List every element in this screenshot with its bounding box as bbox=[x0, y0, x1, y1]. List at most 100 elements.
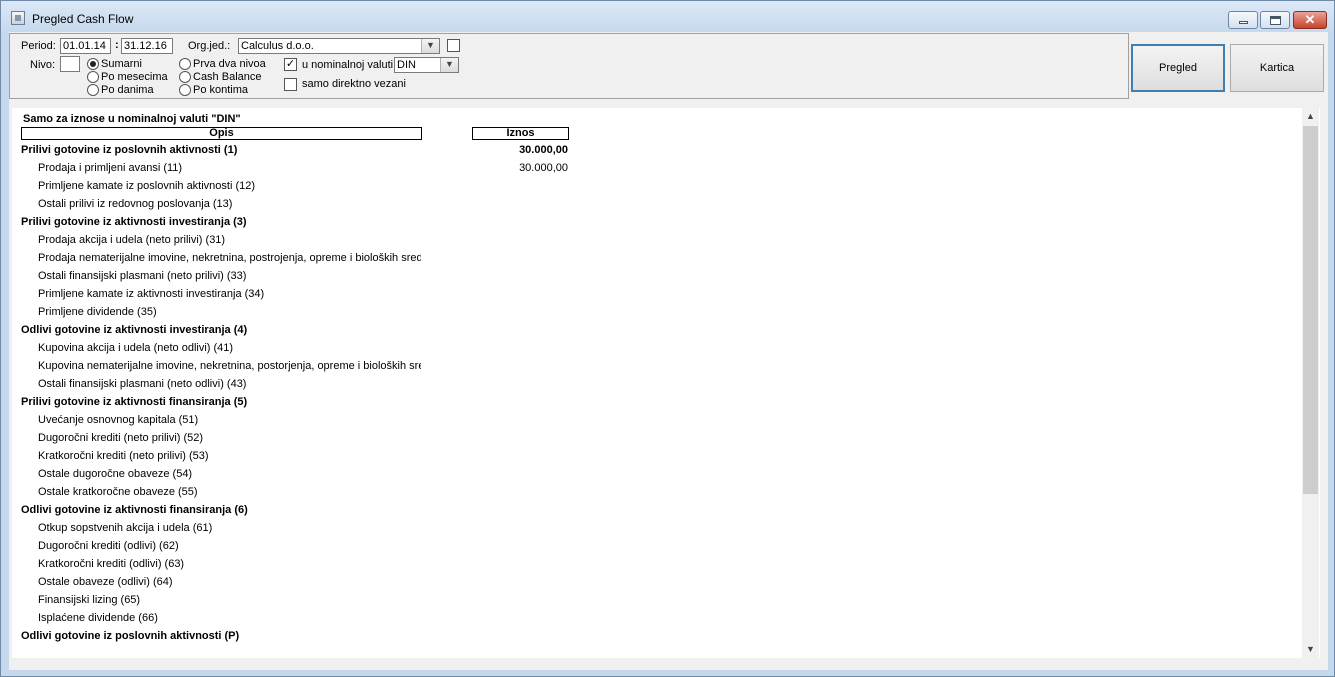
row-description: Prilivi gotovine iz aktivnosti finansira… bbox=[21, 396, 248, 408]
scroll-up-arrow-icon[interactable]: ▲ bbox=[1302, 108, 1319, 125]
radio-prva-dva-nivoa[interactable] bbox=[179, 58, 191, 70]
radio-sumarni-label: Sumarni bbox=[101, 58, 142, 70]
radio-sumarni[interactable] bbox=[87, 58, 99, 70]
minimize-icon bbox=[1239, 21, 1248, 24]
nivo-label: Nivo: bbox=[30, 59, 56, 71]
row-amount: 30.000,00 bbox=[519, 144, 568, 156]
pregled-button[interactable]: Pregled bbox=[1131, 44, 1225, 92]
row-description: Kratkoročni krediti (odlivi) (63) bbox=[38, 558, 185, 570]
report-item-row: Ostali finansijski plasmani (neto odlivi… bbox=[12, 375, 1302, 393]
row-description: Isplaćene dividende (66) bbox=[38, 612, 158, 624]
report-item-row: Ostali finansijski plasmani (neto priliv… bbox=[12, 267, 1302, 285]
chevron-down-icon[interactable]: ▼ bbox=[421, 39, 439, 53]
date-separator: : bbox=[115, 39, 119, 51]
row-description: Ostali finansijski plasmani (neto priliv… bbox=[38, 270, 247, 282]
report-section-row: Odlivi gotovine iz aktivnosti investiran… bbox=[12, 321, 1302, 339]
nominal-currency-label: u nominalnoj valuti bbox=[302, 59, 394, 71]
report-item-row: Kratkoročni krediti (odlivi) (63) bbox=[12, 555, 1302, 573]
radio-cash-balance-label: Cash Balance bbox=[193, 71, 262, 83]
report-item-row: Isplaćene dividende (66) bbox=[12, 609, 1302, 627]
row-description: Primljene kamate iz aktivnosti investira… bbox=[38, 288, 265, 300]
row-description: Primljene dividende (35) bbox=[38, 306, 157, 318]
radio-prva-dva-nivoa-label: Prva dva nivoa bbox=[193, 58, 266, 70]
currency-note: Samo za iznose u nominalnoj valuti "DIN" bbox=[23, 113, 241, 125]
report-item-row: Kupovina akcija i udela (neto odlivi) (4… bbox=[12, 339, 1302, 357]
row-description: Dugoročni krediti (neto prilivi) (52) bbox=[38, 432, 204, 444]
date-to-input[interactable]: 31.12.16 bbox=[121, 38, 173, 54]
row-description: Prilivi gotovine iz aktivnosti investira… bbox=[21, 216, 247, 228]
report-item-row: Kupovina nematerijalne imovine, nekretni… bbox=[12, 357, 1302, 375]
row-description: Kratkoročni krediti (neto prilivi) (53) bbox=[38, 450, 209, 462]
org-unit-label: Org.jed.: bbox=[188, 40, 231, 52]
scroll-thumb[interactable] bbox=[1303, 126, 1318, 494]
radio-po-danima-label: Po danima bbox=[101, 84, 154, 96]
row-description: Odlivi gotovine iz poslovnih aktivnosti … bbox=[21, 630, 240, 642]
report-section-row: Odlivi gotovine iz poslovnih aktivnosti … bbox=[12, 627, 1302, 645]
report-item-row: Uvećanje osnovnog kapitala (51) bbox=[12, 411, 1302, 429]
scroll-down-arrow-icon[interactable]: ▼ bbox=[1302, 641, 1319, 658]
direct-linked-label: samo direktno vezani bbox=[302, 78, 406, 90]
row-description: Finansijski lizing (65) bbox=[38, 594, 141, 606]
report-view: Samo za iznose u nominalnoj valuti "DIN"… bbox=[12, 108, 1320, 658]
row-description: Odlivi gotovine iz aktivnosti finansiran… bbox=[21, 504, 248, 516]
report-item-row: Kratkoročni krediti (neto prilivi) (53) bbox=[12, 447, 1302, 465]
close-button[interactable]: ✕ bbox=[1293, 11, 1327, 29]
report-item-row: Ostale kratkoročne obaveze (55) bbox=[12, 483, 1302, 501]
report-item-row: Primljene kamate iz poslovnih aktivnosti… bbox=[12, 177, 1302, 195]
date-from-input[interactable]: 01.01.14 bbox=[60, 38, 111, 54]
vertical-scrollbar[interactable]: ▲ ▼ bbox=[1302, 108, 1319, 658]
row-description: Prilivi gotovine iz poslovnih aktivnosti… bbox=[21, 144, 238, 156]
parameters-panel: Period: 01.01.14 : 31.12.16 Org.jed.: Ca… bbox=[9, 33, 1129, 99]
chevron-down-icon[interactable]: ▼ bbox=[440, 58, 458, 72]
report-item-row: Prodaja i primljeni avansi (11) 30.000,00 bbox=[12, 159, 1302, 177]
row-description: Ostale dugoročne obaveze (54) bbox=[38, 468, 193, 480]
close-icon: ✕ bbox=[1304, 12, 1316, 27]
report-item-row: Primljene kamate iz aktivnosti investira… bbox=[12, 285, 1302, 303]
maximize-icon bbox=[1270, 16, 1281, 25]
currency-value: DIN bbox=[397, 59, 416, 71]
column-header-iznos: Iznos bbox=[472, 127, 569, 140]
row-amount: 30.000,00 bbox=[519, 162, 568, 174]
radio-po-kontima[interactable] bbox=[179, 84, 191, 96]
nominal-currency-checkbox[interactable]: ✓ bbox=[284, 58, 297, 71]
report-section-row: Prilivi gotovine iz aktivnosti finansira… bbox=[12, 393, 1302, 411]
radio-po-danima[interactable] bbox=[87, 84, 99, 96]
kartica-button[interactable]: Kartica bbox=[1230, 44, 1324, 92]
nivo-input[interactable] bbox=[60, 56, 80, 72]
row-description: Ostale obaveze (odlivi) (64) bbox=[38, 576, 173, 588]
report-section-row: Prilivi gotovine iz aktivnosti investira… bbox=[12, 213, 1302, 231]
maximize-button[interactable] bbox=[1260, 11, 1290, 29]
row-description: Uvećanje osnovnog kapitala (51) bbox=[38, 414, 199, 426]
row-description: Odlivi gotovine iz aktivnosti investiran… bbox=[21, 324, 248, 336]
period-label: Period: bbox=[21, 40, 56, 52]
report-item-row: Prodaja nematerijalne imovine, nekretnin… bbox=[12, 249, 1302, 267]
row-description: Primljene kamate iz poslovnih aktivnosti… bbox=[38, 180, 256, 192]
radio-po-mesecima-label: Po mesecima bbox=[101, 71, 168, 83]
report-item-row: Ostale dugoročne obaveze (54) bbox=[12, 465, 1302, 483]
report-item-row: Otkup sopstvenih akcija i udela (61) bbox=[12, 519, 1302, 537]
row-description: Ostali prilivi iz redovnog poslovanja (1… bbox=[38, 198, 233, 210]
minimize-button[interactable] bbox=[1228, 11, 1258, 29]
report-item-row: Ostali prilivi iz redovnog poslovanja (1… bbox=[12, 195, 1302, 213]
row-description: Kupovina nematerijalne imovine, nekretni… bbox=[38, 360, 421, 372]
report-item-row: Primljene dividende (35) bbox=[12, 303, 1302, 321]
org-unit-value: Calculus d.o.o. bbox=[241, 40, 314, 52]
app-window-icon[interactable] bbox=[11, 11, 25, 25]
radio-cash-balance[interactable] bbox=[179, 71, 191, 83]
radio-po-kontima-label: Po kontima bbox=[193, 84, 249, 96]
title-bar[interactable]: Pregled Cash Flow ✕ bbox=[1, 1, 1334, 32]
org-unit-select[interactable]: Calculus d.o.o. ▼ bbox=[238, 38, 440, 54]
extra-checkbox[interactable] bbox=[447, 39, 460, 52]
currency-select[interactable]: DIN ▼ bbox=[394, 57, 459, 73]
report-section-row: Odlivi gotovine iz aktivnosti finansiran… bbox=[12, 501, 1302, 519]
row-description: Dugoročni krediti (odlivi) (62) bbox=[38, 540, 179, 552]
direct-linked-checkbox[interactable] bbox=[284, 78, 297, 91]
row-description: Prodaja i primljeni avansi (11) bbox=[38, 162, 183, 174]
radio-po-mesecima[interactable] bbox=[87, 71, 99, 83]
row-description: Prodaja nematerijalne imovine, nekretnin… bbox=[38, 252, 421, 264]
client-area: Period: 01.01.14 : 31.12.16 Org.jed.: Ca… bbox=[9, 32, 1328, 670]
report-section-row: Prilivi gotovine iz poslovnih aktivnosti… bbox=[12, 141, 1302, 159]
row-description: Otkup sopstvenih akcija i udela (61) bbox=[38, 522, 213, 534]
row-description: Ostale kratkoročne obaveze (55) bbox=[38, 486, 198, 498]
report-item-row: Dugoročni krediti (neto prilivi) (52) bbox=[12, 429, 1302, 447]
